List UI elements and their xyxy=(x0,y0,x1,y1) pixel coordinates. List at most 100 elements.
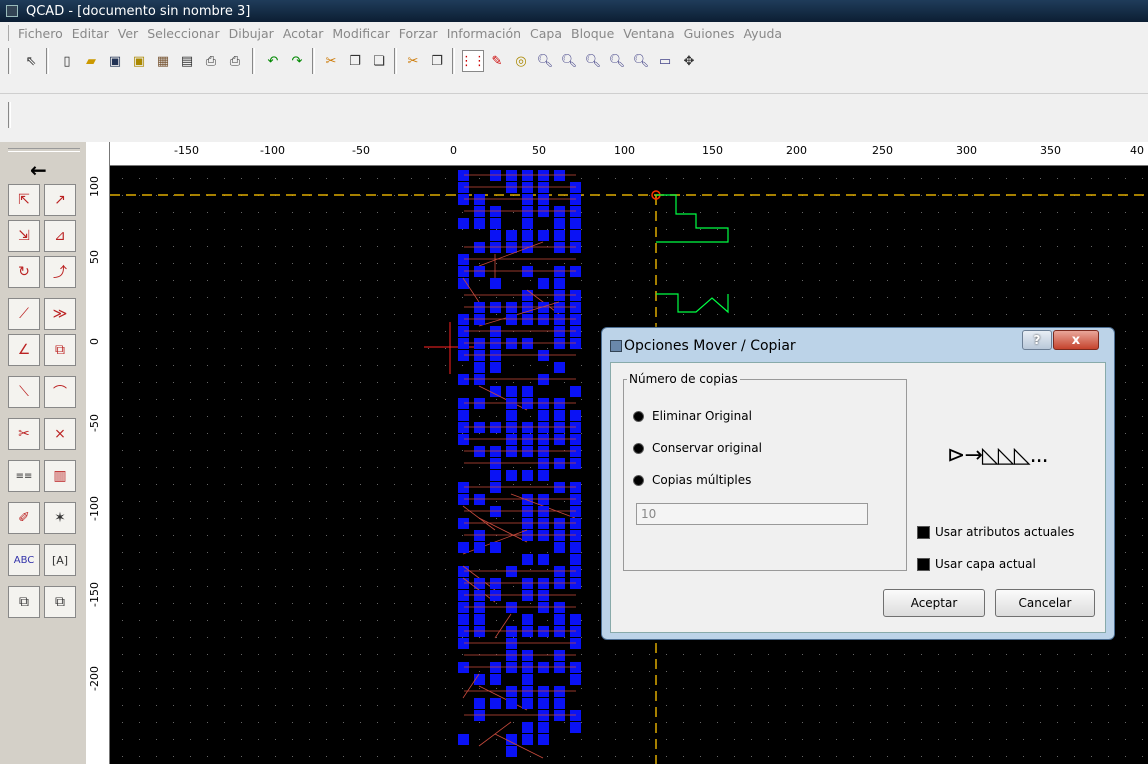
zoom-auto-icon[interactable]: 🔍︎ xyxy=(582,50,604,72)
grid-dot xyxy=(1057,671,1058,672)
save-as-icon[interactable]: ▣ xyxy=(128,50,150,72)
new-file-icon[interactable]: ▯ xyxy=(56,50,78,72)
select-arrow-icon[interactable]: ⇖ xyxy=(20,50,42,72)
attributes-icon[interactable]: ≡≡ xyxy=(8,460,40,492)
redo-icon[interactable]: ↷ xyxy=(286,50,308,72)
grid-dot xyxy=(921,178,922,179)
menu-modificar[interactable]: Modificar xyxy=(332,26,389,41)
move-icon[interactable]: ⇱ xyxy=(8,184,40,216)
grid-dot xyxy=(972,263,973,264)
grid-dot xyxy=(292,756,293,757)
grid-dot xyxy=(411,688,412,689)
grid-icon[interactable]: ⋮⋮ xyxy=(460,50,486,72)
use-current-attributes-checkbox[interactable]: Usar atributos actuales xyxy=(917,525,1074,539)
grid-dot xyxy=(224,705,225,706)
blue-block xyxy=(554,422,565,433)
menu-capa[interactable]: Capa xyxy=(530,26,562,41)
grid-dot xyxy=(428,705,429,706)
grid-dot xyxy=(479,569,480,570)
zoom-selection-icon[interactable]: ▭ xyxy=(654,50,676,72)
grid-dot xyxy=(1125,603,1126,604)
zoom-in-icon[interactable]: 🔍︎ xyxy=(534,50,556,72)
grid-dot xyxy=(360,535,361,536)
to-back-icon[interactable]: ⧉ xyxy=(44,586,76,618)
menu-seleccionar[interactable]: Seleccionar xyxy=(147,26,219,41)
cancel-button[interactable]: Cancelar xyxy=(995,589,1095,617)
export-icon[interactable]: ▦ xyxy=(152,50,174,72)
print-icon[interactable]: ⎙ xyxy=(200,50,222,72)
lengthen-icon[interactable]: ∠ xyxy=(8,334,40,366)
zoom-previous-icon[interactable]: 🔍︎ xyxy=(606,50,628,72)
menu-ventana[interactable]: Ventana xyxy=(623,26,674,41)
explode-icon[interactable]: ✶ xyxy=(44,502,76,534)
trim2-icon[interactable]: ≫ xyxy=(44,298,76,330)
grid-dot xyxy=(904,280,905,281)
properties-icon[interactable]: ▥ xyxy=(44,460,76,492)
round-icon[interactable]: ⌒ xyxy=(44,376,76,408)
help-button[interactable]: ? xyxy=(1022,330,1052,350)
menu-editar[interactable]: Editar xyxy=(72,26,109,41)
pan-icon[interactable]: ✥ xyxy=(678,50,700,72)
grid-dot xyxy=(751,280,752,281)
zoom-out-icon[interactable]: 🔍︎ xyxy=(558,50,580,72)
grid-dot xyxy=(377,484,378,485)
close-button[interactable]: x xyxy=(1053,330,1099,350)
divide-icon[interactable]: ✂ xyxy=(8,418,40,450)
menu-ver[interactable]: Ver xyxy=(118,26,138,41)
menu-acotar[interactable]: Acotar xyxy=(283,26,324,41)
print-preview-icon[interactable]: ▤ xyxy=(176,50,198,72)
rotate-icon[interactable]: ↗ xyxy=(44,184,76,216)
undo-icon[interactable]: ↶ xyxy=(262,50,284,72)
menu-informacion[interactable]: Información xyxy=(447,26,521,41)
blue-block xyxy=(490,326,501,337)
paste-icon[interactable]: ❏ xyxy=(368,50,390,72)
grid-dot xyxy=(275,467,276,468)
bevel-icon[interactable]: ⟍ xyxy=(8,376,40,408)
use-current-layer-checkbox[interactable]: Usar capa actual xyxy=(917,557,1036,571)
menu-ayuda[interactable]: Ayuda xyxy=(743,26,782,41)
accept-button[interactable]: Aceptar xyxy=(883,589,985,617)
save-icon[interactable]: ▣ xyxy=(104,50,126,72)
divide2-icon[interactable]: ⨯ xyxy=(44,418,76,450)
cut-icon[interactable]: ✂ xyxy=(320,50,342,72)
cut-with-reference-icon[interactable]: ✂ xyxy=(402,50,424,72)
radio-delete-original[interactable]: Eliminar Original xyxy=(633,409,752,423)
print-setup-icon[interactable]: ⎙ xyxy=(224,50,246,72)
menu-guiones[interactable]: Guiones xyxy=(684,26,735,41)
copy-icon[interactable]: ❐ xyxy=(344,50,366,72)
grid-dot xyxy=(972,722,973,723)
menu-dibujar[interactable]: Dibujar xyxy=(229,26,274,41)
back-arrow-icon[interactable]: ← xyxy=(30,158,47,182)
to-front-icon[interactable]: ⧉ xyxy=(8,586,40,618)
open-file-icon[interactable]: ▰ xyxy=(80,50,102,72)
menu-forzar[interactable]: Forzar xyxy=(399,26,438,41)
menu-fichero[interactable]: Fichero xyxy=(18,26,63,41)
grid-dot xyxy=(275,178,276,179)
blue-block xyxy=(570,578,581,589)
move-rotate-icon[interactable]: ↻ xyxy=(8,256,40,288)
text-edit-icon[interactable]: ABC xyxy=(8,544,40,576)
copy-with-reference-icon[interactable]: ❐ xyxy=(426,50,448,72)
redraw-icon[interactable]: ◎ xyxy=(510,50,532,72)
grid-dot xyxy=(462,450,463,451)
stretch-icon[interactable]: ⧉ xyxy=(44,334,76,366)
grid-dot xyxy=(1074,297,1075,298)
grid-dot xyxy=(173,365,174,366)
zoom-window-icon[interactable]: 🔍︎ xyxy=(630,50,652,72)
copies-count-input[interactable]: 10 xyxy=(636,503,868,525)
blue-block xyxy=(458,590,469,601)
radio-multiple-copies[interactable]: Copias múltiples xyxy=(633,473,751,487)
scale-icon[interactable]: ⇲ xyxy=(8,220,40,252)
grid-dot xyxy=(683,688,684,689)
text-explode-icon[interactable]: [A] xyxy=(44,544,76,576)
rotate2-icon[interactable]: ⤴ xyxy=(44,256,76,288)
delete-icon[interactable]: ✐ xyxy=(8,502,40,534)
mirror-icon[interactable]: ⊿ xyxy=(44,220,76,252)
trim-icon[interactable]: ⟋ xyxy=(8,298,40,330)
draft-icon[interactable]: ✎ xyxy=(486,50,508,72)
blue-block xyxy=(570,218,581,229)
menu-bloque[interactable]: Bloque xyxy=(571,26,614,41)
grid-dot xyxy=(394,739,395,740)
grid-dot xyxy=(1142,467,1143,468)
radio-keep-original[interactable]: Conservar original xyxy=(633,441,762,455)
